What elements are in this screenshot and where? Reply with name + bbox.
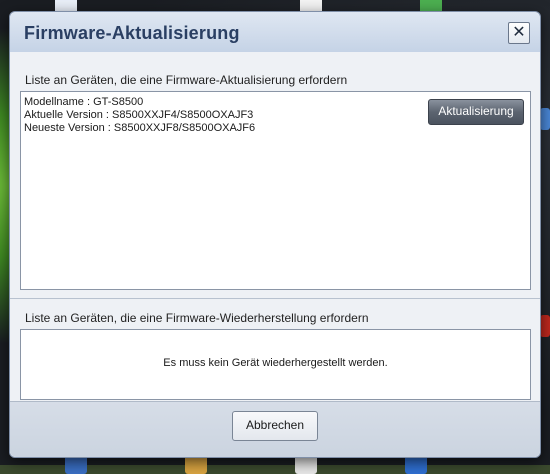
dialog-footer: Abbrechen xyxy=(10,401,540,457)
restore-empty-message: Es muss kein Gerät wiederhergestellt wer… xyxy=(163,357,388,369)
dialog-titlebar[interactable]: Firmware-Aktualisierung ✕ xyxy=(10,12,540,52)
update-button[interactable]: Aktualisierung xyxy=(428,99,524,125)
dialog-title: Firmware-Aktualisierung xyxy=(24,23,240,43)
section-divider xyxy=(10,298,540,299)
update-device-list: Modellname : GT-S8500 Aktuelle Version :… xyxy=(20,91,531,290)
device-current-version: Aktuelle Version : S8500XXJF4/S8500OXAJF… xyxy=(24,109,254,121)
firmware-update-dialog: Firmware-Aktualisierung ✕ Liste an Gerät… xyxy=(9,11,541,458)
device-latest-version: Neueste Version : S8500XXJF8/S8500OXAJF6 xyxy=(24,122,256,134)
restore-list-label: Liste an Geräten, die eine Firmware-Wied… xyxy=(25,311,369,325)
device-model-name: Modellname : GT-S8500 xyxy=(24,96,144,108)
desktop-app-icon xyxy=(540,315,550,337)
restore-device-list: Es muss kein Gerät wiederhergestellt wer… xyxy=(20,329,531,400)
dialog-content: Liste an Geräten, die eine Firmware-Aktu… xyxy=(10,52,540,457)
close-icon: ✕ xyxy=(512,24,526,41)
cancel-button[interactable]: Abbrechen xyxy=(232,411,318,441)
desktop-app-icon xyxy=(540,108,550,130)
update-list-label: Liste an Geräten, die eine Firmware-Aktu… xyxy=(25,73,348,87)
close-button[interactable]: ✕ xyxy=(508,22,530,44)
